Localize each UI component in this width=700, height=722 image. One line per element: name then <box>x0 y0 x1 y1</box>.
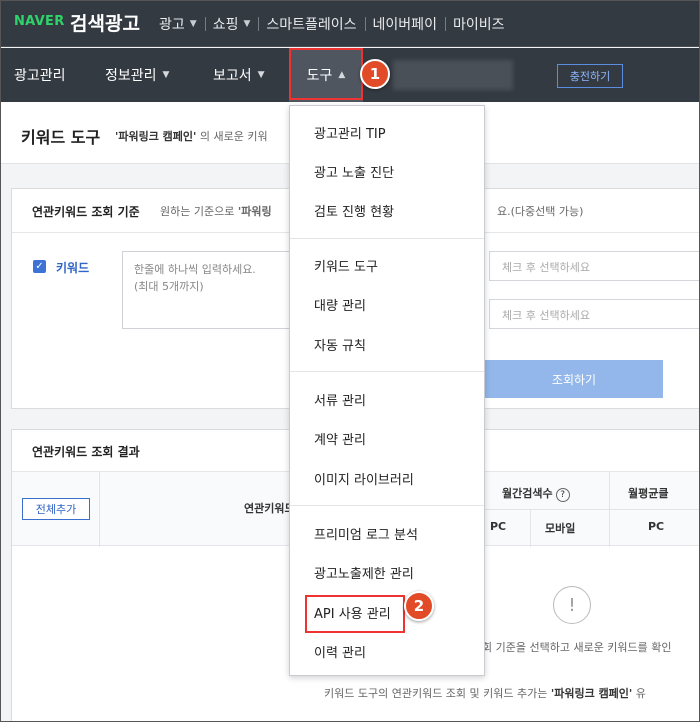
chevron-down-icon: ▼ <box>162 70 170 80</box>
menu-item-bulk-manage[interactable]: 대량 관리 <box>290 285 484 323</box>
results-footer-note: 키워드 도구의 연관키워드 조회 및 키워드 추가는 '파워링크 캠페인' 유 <box>324 685 646 701</box>
website-select[interactable]: 체크 후 선택하세요 <box>489 251 699 281</box>
menu-item-ad-exposure-diagnosis[interactable]: 광고 노출 진단 <box>290 152 484 190</box>
nav-item-info-manage[interactable]: 정보관리 ▼ <box>105 48 169 102</box>
menu-item-review-status[interactable]: 검토 진행 현황 <box>290 191 484 229</box>
menu-divider <box>290 505 484 506</box>
criteria-desc: 원하는 기준으로 '파워링 <box>160 203 272 219</box>
col-monthly-label: 월간검색수 <box>502 487 553 500</box>
page-subtitle: '파워링크 캠페인' 의 새로운 키워 <box>115 128 268 144</box>
help-icon[interactable]: ? <box>555 488 570 502</box>
top-menu-item-smartplace[interactable]: 스마트플레이스 <box>258 14 364 34</box>
subtitle-campaign: '파워링크 캠페인' <box>115 130 197 143</box>
menu-item-premium-log-analysis[interactable]: 프리미엄 로그 분석 <box>290 514 484 552</box>
top-menu-label: 네이버페이 <box>372 17 437 33</box>
top-bar: NAVER 검색광고 광고 ▼ 쇼핑 ▼ 스마트플레이스 네이버페이 마이비즈 <box>1 1 699 47</box>
nav-label: 도구 <box>306 68 333 84</box>
top-menu-item-mybiz[interactable]: 마이비즈 <box>444 14 513 34</box>
row-divider <box>472 509 699 510</box>
empty-state-text: 회 기준을 선택하고 새로운 키워드를 확인 <box>482 641 672 654</box>
info-icon: ! <box>553 586 591 624</box>
top-menu-item-naverpay[interactable]: 네이버페이 <box>364 14 445 34</box>
menu-item-documents[interactable]: 서류 관리 <box>290 380 484 418</box>
criteria-desc-prefix: 원하는 기준으로 <box>160 205 235 218</box>
col-header-pc[interactable]: PC <box>490 520 506 533</box>
col-header-keyword[interactable]: 연관키워드 <box>244 500 295 516</box>
page-title: 키워드 도구 <box>21 128 101 147</box>
nav-item-tools[interactable]: 도구 ▲ <box>289 48 363 102</box>
blurred-account-name <box>393 60 513 90</box>
top-menu-label: 스마트플레이스 <box>266 17 357 33</box>
step-callout-2: 2 <box>404 591 434 621</box>
keyword-checkbox[interactable]: ✓ <box>33 260 46 273</box>
menu-item-image-library[interactable]: 이미지 라이브러리 <box>290 459 484 497</box>
col-header-mobile[interactable]: 모바일 <box>545 520 575 536</box>
search-ad-logo-title[interactable]: 검색광고 <box>70 9 140 36</box>
nav-item-ad-manage[interactable]: 광고관리 <box>14 48 66 102</box>
criteria-note: 요.(다중선택 가능) <box>497 205 584 218</box>
column-divider <box>530 509 531 547</box>
nav-label: 광고관리 <box>14 68 66 84</box>
subtitle-rest: 의 새로운 키워 <box>199 130 268 143</box>
keyword-label[interactable]: 키워드 <box>56 259 89 276</box>
nav-label: 정보관리 <box>105 68 157 84</box>
top-menu-item-shopping[interactable]: 쇼핑 ▼ <box>204 14 259 34</box>
footer-bold: '파워링크 캠페인' <box>550 687 633 700</box>
col-header-pc-avg[interactable]: PC <box>648 520 664 533</box>
chevron-up-icon: ▲ <box>338 70 346 80</box>
menu-item-ad-exposure-limit[interactable]: 광고노출제한 관리 <box>290 553 484 591</box>
column-divider <box>99 472 100 547</box>
top-menu-item-ad[interactable]: 광고 ▼ <box>151 14 205 34</box>
top-menu-label: 쇼핑 <box>212 17 239 33</box>
footer-prefix: 키워드 도구의 연관키워드 조회 및 키워드 추가는 <box>324 687 548 700</box>
menu-item-auto-rules[interactable]: 자동 규칙 <box>290 325 484 363</box>
main-nav: 광고관리 정보관리 ▼ 보고서 ▼ 도구 ▲ 충전하기 <box>1 48 699 102</box>
chevron-down-icon: ▼ <box>189 19 197 29</box>
col-header-monthly-search: 월간검색수? <box>502 485 570 502</box>
chevron-down-icon: ▼ <box>243 19 251 29</box>
tools-dropdown-menu: 광고관리 TIP 광고 노출 진단 검토 진행 현황 키워드 도구 대량 관리 … <box>289 105 485 676</box>
menu-item-history[interactable]: 이력 관리 <box>290 632 484 670</box>
menu-divider <box>290 238 484 239</box>
menu-item-ad-manage-tip[interactable]: 광고관리 TIP <box>290 113 484 151</box>
chevron-down-icon: ▼ <box>257 70 265 80</box>
top-menu-label: 광고 <box>159 17 185 33</box>
search-button[interactable]: 조회하기 <box>485 360 663 398</box>
menu-item-api-usage[interactable]: API 사용 관리 <box>290 593 484 631</box>
col-header-avg-clicks: 월평균클 <box>628 487 669 500</box>
criteria-desc-bold: '파워링 <box>237 205 272 218</box>
criteria-title: 연관키워드 조회 기준 <box>32 205 140 219</box>
results-title: 연관키워드 조회 결과 <box>32 445 140 459</box>
nav-label: 보고서 <box>213 68 252 84</box>
step-callout-1: 1 <box>360 59 390 89</box>
nav-item-report[interactable]: 보고서 ▼ <box>213 48 265 102</box>
menu-item-keyword-tool[interactable]: 키워드 도구 <box>290 246 484 284</box>
top-menu-label: 마이비즈 <box>452 17 505 33</box>
charge-button[interactable]: 충전하기 <box>557 64 623 88</box>
footer-suffix: 유 <box>635 687 646 700</box>
app-frame: NAVER 검색광고 광고 ▼ 쇼핑 ▼ 스마트플레이스 네이버페이 마이비즈 광고… <box>0 0 700 722</box>
add-all-button[interactable]: 전체추가 <box>22 498 90 520</box>
menu-divider <box>290 371 484 372</box>
top-menu: 광고 ▼ 쇼핑 ▼ 스마트플레이스 네이버페이 마이비즈 <box>151 1 512 47</box>
naver-logo[interactable]: NAVER <box>14 14 65 29</box>
industry-select[interactable]: 체크 후 선택하세요 <box>489 299 699 329</box>
menu-item-contracts[interactable]: 계약 관리 <box>290 419 484 457</box>
